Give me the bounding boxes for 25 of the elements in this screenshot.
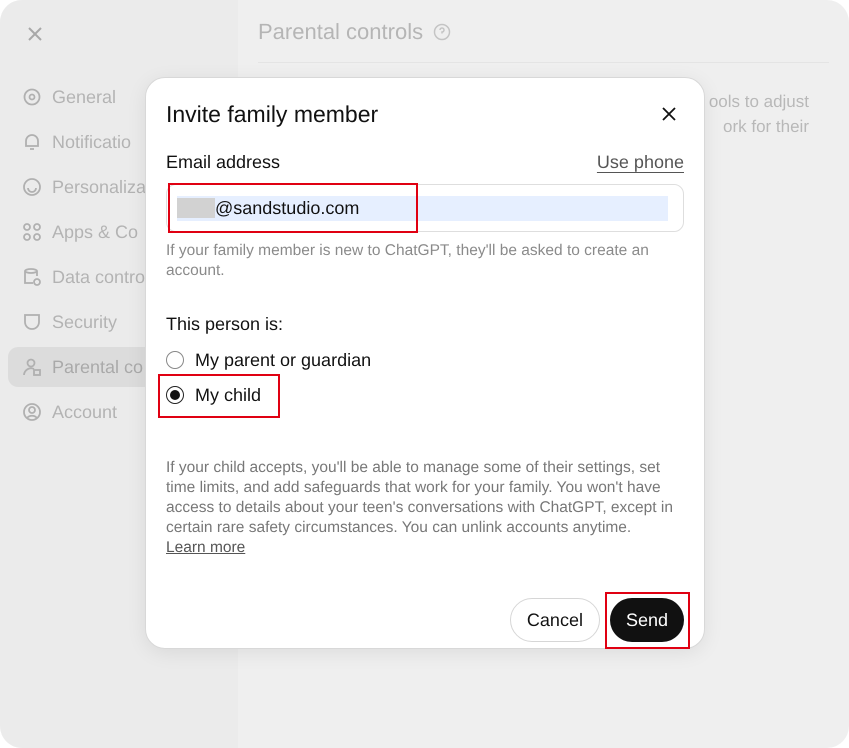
email-field[interactable]: @sandstudio.com	[166, 184, 684, 232]
send-button[interactable]: Send	[610, 598, 684, 642]
dialog-title: Invite family member	[166, 100, 378, 128]
redaction-block	[177, 198, 215, 218]
person-icon	[22, 357, 42, 377]
radio-label[interactable]: My child	[195, 384, 262, 406]
bell-icon	[22, 132, 42, 152]
use-phone-link[interactable]: Use phone	[596, 152, 684, 173]
page-title: Parental controls	[258, 19, 424, 45]
learn-more-link[interactable]: Learn more	[166, 539, 246, 556]
apps-icon	[22, 222, 42, 242]
question-label: This person is:	[166, 314, 284, 335]
shield-icon	[22, 312, 42, 332]
account-icon	[22, 402, 42, 422]
info-text: If your child accepts, you'll be able to manage some of their settings, set time limits, and add safeguards that work for your family. You won't have access to details about your teen's conversations with ChatGPT, except in certain rare safety circumstances. You can unlink accounts anytime. Learn more	[166, 458, 674, 558]
field-label: Email address	[166, 152, 280, 173]
email-value: @sandstudio.com	[215, 198, 360, 218]
cancel-button[interactable]: Cancel	[510, 598, 600, 642]
database-icon	[22, 267, 42, 287]
radio-button[interactable]	[166, 351, 184, 369]
close-icon[interactable]	[662, 107, 676, 121]
hint-text: If your family member is new to ChatGPT, they'll be asked to create an account.	[166, 241, 650, 281]
radio-button[interactable]	[166, 386, 184, 404]
smiley-icon	[22, 177, 42, 197]
gear-icon	[22, 87, 42, 107]
